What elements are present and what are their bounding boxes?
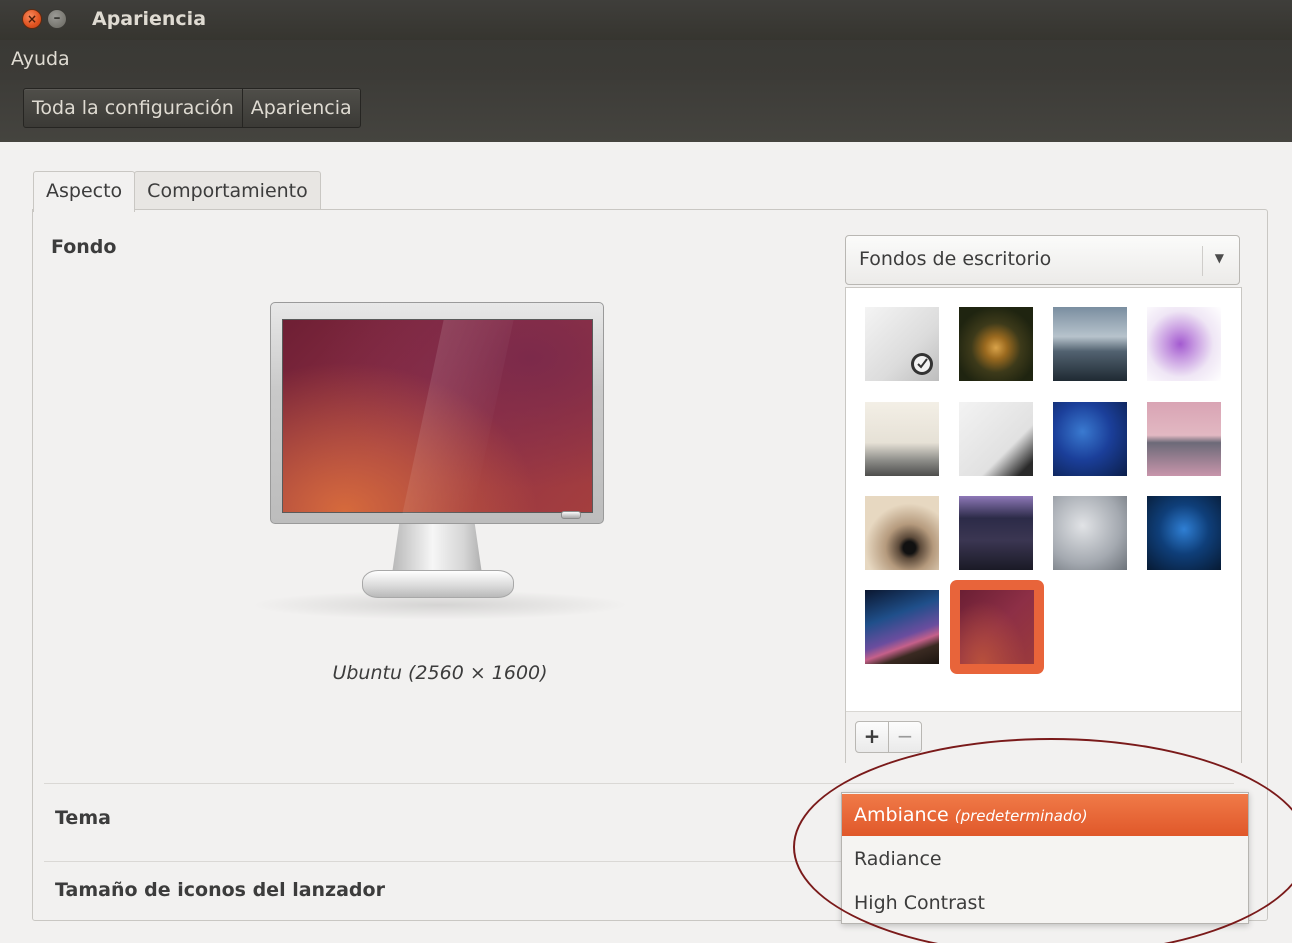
wallpaper-thumb[interactable] bbox=[959, 402, 1033, 476]
title-bar: × – Apariencia bbox=[0, 0, 1292, 40]
wallpaper-preview-monitor bbox=[270, 302, 604, 524]
wallpaper-thumb[interactable] bbox=[865, 496, 939, 570]
launcher-icon-size-label: Tamaño de iconos del lanzador bbox=[55, 879, 385, 901]
wallpaper-thumb[interactable] bbox=[865, 590, 939, 664]
menu-help[interactable]: Ayuda bbox=[11, 48, 70, 70]
remove-wallpaper-button[interactable]: − bbox=[888, 721, 922, 753]
wallpaper-thumb[interactable] bbox=[959, 496, 1033, 570]
toolbar: Toda la configuración Apariencia bbox=[0, 80, 1292, 142]
wallpaper-thumb[interactable] bbox=[1053, 307, 1127, 381]
wallpaper-caption: Ubuntu (2560 × 1600) bbox=[332, 662, 548, 684]
add-wallpaper-button[interactable]: + bbox=[855, 721, 889, 753]
theme-option-label: Ambiance bbox=[854, 804, 949, 826]
breadcrumb-appearance[interactable]: Apariencia bbox=[243, 89, 360, 127]
wallpaper-preview-screen bbox=[282, 319, 593, 514]
monitor-stand bbox=[392, 524, 482, 574]
background-section-label: Fondo bbox=[51, 236, 117, 258]
wallpaper-thumb-selected[interactable] bbox=[960, 590, 1034, 664]
minimize-window-button[interactable]: – bbox=[47, 9, 67, 29]
theme-option-label: High Contrast bbox=[854, 892, 985, 914]
tab-look[interactable]: Aspecto bbox=[33, 171, 136, 212]
tab-behavior[interactable]: Comportamiento bbox=[134, 171, 321, 211]
menu-bar: Ayuda bbox=[0, 40, 1292, 80]
wallpaper-thumb[interactable] bbox=[1053, 402, 1127, 476]
wallpaper-list-toolbar: + − bbox=[846, 711, 1241, 763]
wallpaper-source-dropdown[interactable]: Fondos de escritorio ▼ bbox=[845, 235, 1240, 285]
wallpaper-thumb[interactable] bbox=[1147, 402, 1221, 476]
theme-option-label: Radiance bbox=[854, 848, 942, 870]
wallpaper-grid: + − bbox=[845, 287, 1242, 763]
dropdown-separator bbox=[1202, 246, 1203, 276]
clock-icon bbox=[911, 353, 933, 375]
window-title: Apariencia bbox=[92, 8, 207, 30]
wallpaper-thumb[interactable] bbox=[865, 307, 939, 381]
wallpaper-thumb[interactable] bbox=[1147, 307, 1221, 381]
theme-dropdown-list: Ambiance (predeterminado) Radiance High … bbox=[841, 792, 1249, 924]
tab-bar: Aspecto Comportamiento bbox=[33, 171, 321, 212]
close-window-button[interactable]: × bbox=[22, 9, 42, 29]
theme-option-ambiance[interactable]: Ambiance (predeterminado) bbox=[842, 794, 1248, 836]
wallpaper-thumb[interactable] bbox=[1053, 496, 1127, 570]
wallpaper-thumb[interactable] bbox=[865, 402, 939, 476]
power-button-icon bbox=[561, 511, 581, 519]
wallpaper-source-value: Fondos de escritorio bbox=[859, 248, 1052, 270]
section-divider bbox=[44, 783, 1234, 784]
wallpaper-thumb[interactable] bbox=[1147, 496, 1221, 570]
chevron-down-icon: ▼ bbox=[1214, 251, 1224, 265]
theme-option-radiance[interactable]: Radiance bbox=[842, 838, 1248, 880]
theme-default-note: (predeterminado) bbox=[954, 807, 1088, 825]
theme-option-high-contrast[interactable]: High Contrast bbox=[842, 882, 1248, 924]
wallpaper-thumb[interactable] bbox=[959, 307, 1033, 381]
breadcrumb: Toda la configuración Apariencia bbox=[23, 88, 361, 128]
breadcrumb-all-settings[interactable]: Toda la configuración bbox=[24, 89, 243, 127]
theme-section-label: Tema bbox=[55, 807, 111, 829]
screen-glare bbox=[402, 320, 514, 514]
monitor-base bbox=[362, 570, 514, 598]
